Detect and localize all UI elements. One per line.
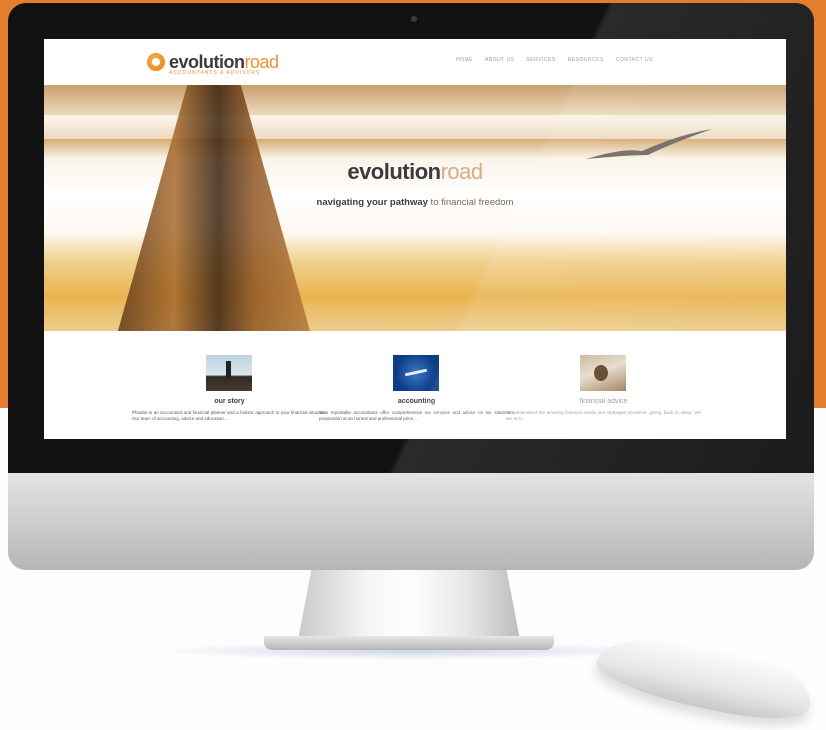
- hero-tagline: navigating your pathway to financial fre…: [44, 197, 786, 208]
- hero-title-road: road: [440, 159, 484, 184]
- monitor-bezel: evolution road ACCOUNTANTS & ADVISORS HOM…: [8, 3, 814, 473]
- hero-banner: evolutionroad navigating your pathway to…: [44, 85, 786, 331]
- nav-item-about-us[interactable]: ABOUT US: [485, 57, 514, 63]
- imac-monitor: evolution road ACCOUNTANTS & ADVISORS HOM…: [8, 3, 814, 570]
- monitor-chin: [8, 473, 814, 570]
- nav-item-services[interactable]: SERVICES: [526, 57, 555, 63]
- column-text: We understand the amazing financial need…: [506, 410, 701, 421]
- logo-sun-icon: [147, 53, 165, 71]
- nav-item-home[interactable]: HOME: [456, 57, 473, 63]
- hero-title-evolution: evolution: [347, 159, 441, 184]
- logo-tagline: ACCOUNTANTS & ADVISORS: [169, 70, 261, 76]
- hero-tagline-dark: navigating your pathway: [316, 197, 428, 208]
- our-story-image[interactable]: [206, 355, 252, 391]
- site-header: evolution road ACCOUNTANTS & ADVISORS HOM…: [44, 39, 786, 85]
- column-title[interactable]: financial advice: [506, 398, 701, 405]
- column-text: Your reportable accountants offer compre…: [319, 410, 514, 421]
- website-screen: evolution road ACCOUNTANTS & ADVISORS HOM…: [44, 39, 786, 439]
- financial-advice-image[interactable]: [580, 355, 626, 391]
- column-title[interactable]: accounting: [319, 398, 514, 405]
- hero-title: evolutionroad: [44, 159, 786, 185]
- nav-item-resources[interactable]: RESOURCES: [568, 57, 604, 63]
- accounting-image[interactable]: [393, 355, 439, 391]
- camera-icon: [411, 16, 417, 22]
- hero-tagline-light: to financial freedom: [427, 197, 514, 208]
- monitor-stand-base: [264, 636, 554, 650]
- feature-columns: our story Phoebe is an accountant and fi…: [44, 331, 786, 439]
- main-nav: HOME ABOUT US SERVICES RESOURCES CONTACT…: [456, 57, 653, 63]
- monitor-stand: [298, 570, 520, 640]
- column-text: Phoebe is an accountant and financial pl…: [132, 410, 327, 421]
- nav-item-contact-us[interactable]: CONTACT US: [616, 57, 653, 63]
- column-title[interactable]: our story: [132, 398, 327, 405]
